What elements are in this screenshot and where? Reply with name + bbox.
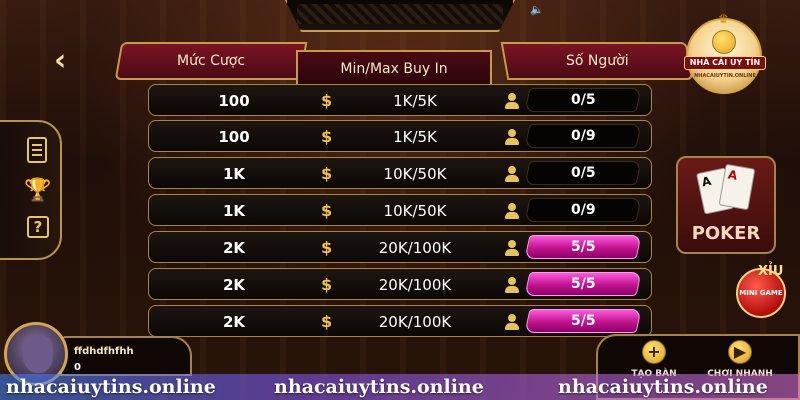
logo-title: NHÀ CÁI UY TÍN <box>684 56 766 70</box>
speaker-icon[interactable]: 🔈 <box>530 4 544 16</box>
document-icon[interactable] <box>27 137 47 163</box>
username: ffdhdfhfhh <box>74 346 134 357</box>
row-players: 0/9 <box>524 198 642 222</box>
person-icon <box>504 314 520 330</box>
lobby-screen: 🔈 ‹ 🏆 ? Mức Cược Min/Max Buy In Số Người… <box>0 0 800 400</box>
header-bet-label: Mức Cược <box>176 53 245 69</box>
dollar-icon: $ <box>321 312 333 331</box>
person-icon <box>504 203 520 219</box>
avatar-face <box>23 335 53 373</box>
table-header: Mức Cược Min/Max Buy In Số Người <box>114 42 694 88</box>
person-icon <box>504 277 520 293</box>
table-row[interactable]: 100 $1K/5K 0/9 <box>148 120 652 152</box>
row-bet: 2K <box>222 276 246 294</box>
poker-label: POKER <box>691 223 761 244</box>
table-row[interactable]: 1K $10K/50K 0/9 <box>148 194 652 226</box>
row-bet: 100 <box>218 92 250 110</box>
row-players: 5/5 <box>524 309 642 333</box>
table-row[interactable]: 2K $20K/100K 5/5 <box>148 305 652 337</box>
back-chevron-icon[interactable]: ‹ <box>54 46 78 76</box>
play-icon: ▶ <box>728 340 752 364</box>
watermark-text: nhacaiuytins.online <box>558 376 768 398</box>
help-icon[interactable]: ? <box>27 216 49 238</box>
dollar-icon: $ <box>321 201 333 220</box>
person-icon <box>504 166 520 182</box>
row-players-value: 0/5 <box>570 92 596 108</box>
user-balance: 0 <box>74 362 81 373</box>
row-buyin: 20K/100K <box>378 276 452 294</box>
row-buyin: 1K/5K <box>393 92 437 110</box>
header-buyin: Min/Max Buy In <box>296 50 492 88</box>
row-players: 0/9 <box>524 124 642 148</box>
row-players-value: 0/5 <box>570 165 596 181</box>
person-icon <box>504 93 520 109</box>
row-bet: 100 <box>218 128 250 146</box>
row-players: 5/5 <box>524 235 642 259</box>
row-buyin: 1K/5K <box>393 128 437 146</box>
trophy-icon[interactable]: 🏆 <box>24 178 51 204</box>
row-players: 0/5 <box>524 88 642 112</box>
header-players: Số Người <box>500 42 694 80</box>
dollar-icon: $ <box>321 91 333 110</box>
row-buyin: 20K/100K <box>378 313 452 331</box>
plus-icon: + <box>642 340 666 364</box>
table-row[interactable]: 100 $1K/5K 0/5 <box>148 84 652 116</box>
row-players-value: 0/9 <box>570 202 596 218</box>
dollar-icon: $ <box>321 127 333 146</box>
table-row[interactable]: 1K $10K/50K 0/5 <box>148 157 652 189</box>
row-players: 0/5 <box>524 161 642 185</box>
row-bet: 2K <box>222 313 246 331</box>
row-buyin: 20K/100K <box>378 239 452 257</box>
row-bet: 2K <box>222 239 246 257</box>
row-players-value: 5/5 <box>570 239 596 255</box>
header-players-label: Số Người <box>565 53 629 69</box>
header-bet: Mức Cược <box>114 42 308 80</box>
ball-icon <box>712 30 736 54</box>
dollar-icon: $ <box>321 238 333 257</box>
row-buyin: 10K/50K <box>383 165 447 183</box>
row-buyin: 10K/50K <box>383 202 447 220</box>
top-ornament <box>285 0 515 32</box>
dollar-icon: $ <box>321 275 333 294</box>
row-players-value: 0/9 <box>570 128 596 144</box>
crown-icon: ♛ <box>718 12 729 26</box>
mini-game-xiu-label: XỈU <box>758 264 784 279</box>
watermark-text: nhacaiuytins.online <box>274 376 484 398</box>
header-buyin-label: Min/Max Buy In <box>340 61 448 77</box>
person-icon <box>504 240 520 256</box>
row-players: 5/5 <box>524 272 642 296</box>
table-row[interactable]: 2K $20K/100K 5/5 <box>148 268 652 300</box>
row-players-value: 5/5 <box>570 313 596 329</box>
table-row[interactable]: 2K $20K/100K 5/5 <box>148 231 652 263</box>
mini-game-label: MINI GAME <box>739 289 783 297</box>
dollar-icon: $ <box>321 164 333 183</box>
row-players-value: 5/5 <box>570 276 596 292</box>
watermark-text: nhacaiuytins.online <box>6 376 216 398</box>
row-bet: 1K <box>222 202 246 220</box>
person-icon <box>504 129 520 145</box>
row-bet: 1K <box>222 165 246 183</box>
logo-subtitle: NHACAIUYTIN.ONLINE <box>694 73 756 79</box>
